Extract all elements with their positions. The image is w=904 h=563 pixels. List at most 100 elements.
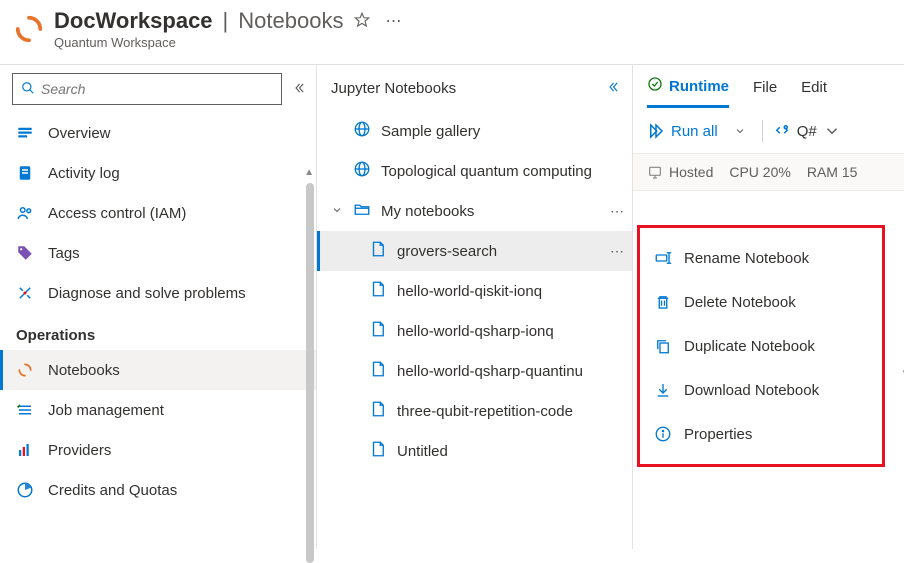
trash-icon — [654, 293, 672, 311]
more-icon[interactable]: ⋯ — [381, 11, 406, 31]
editor-panel: Runtime File Edit Run all Q# Hosted C — [632, 64, 904, 549]
sidebar-item-label: Activity log — [48, 165, 120, 182]
status-cpu: CPU 20% — [729, 164, 790, 180]
credits-quotas-icon — [16, 481, 34, 499]
sidebar-item-overview[interactable]: Overview — [0, 113, 316, 153]
sidebar-item-activity-log[interactable]: Activity log — [0, 153, 316, 193]
tree-item-label: Sample gallery — [381, 123, 480, 140]
title-separator: | — [223, 8, 229, 34]
tab-runtime[interactable]: Runtime — [647, 76, 729, 108]
providers-icon — [16, 441, 34, 459]
run-all-button[interactable]: Run all — [647, 122, 718, 140]
page-subtitle: Quantum Workspace — [54, 35, 406, 50]
tab-label: Runtime — [669, 78, 729, 95]
tags-icon — [16, 244, 34, 262]
page-title-section: Notebooks — [238, 8, 343, 34]
kernel-selector[interactable]: Q# — [773, 122, 841, 140]
search-icon — [21, 81, 35, 98]
collapse-tree-icon[interactable] — [606, 80, 620, 97]
sidebar-item-label: Job management — [48, 402, 164, 419]
tab-label: Edit — [801, 79, 827, 96]
tree-item-label: grovers-search — [397, 243, 497, 260]
sidebar-item-providers[interactable]: Providers — [0, 430, 316, 470]
tree-item-sample-gallery[interactable]: Sample gallery — [317, 111, 632, 151]
sidebar-item-tags[interactable]: Tags — [0, 233, 316, 273]
tree-item-label: Untitled — [397, 443, 448, 460]
status-hosted: Hosted — [647, 164, 713, 180]
sidebar-item-access-control[interactable]: Access control (IAM) — [0, 193, 316, 233]
sidebar-item-label: Overview — [48, 125, 111, 142]
diagnose-icon — [16, 284, 34, 302]
check-circle-icon — [647, 76, 663, 96]
page-header: DocWorkspace | Notebooks ⋯ Quantum Works… — [0, 0, 904, 64]
search-input-wrapper[interactable] — [12, 73, 282, 105]
tree-file-qsharp-quantinu[interactable]: hello-world-qsharp-quantinu — [317, 351, 632, 391]
tree-folder-my-notebooks[interactable]: My notebooks ⋯ — [317, 191, 632, 231]
ctx-download-notebook[interactable]: Download Notebook — [640, 368, 882, 412]
ctx-rename-notebook[interactable]: Rename Notebook — [640, 236, 882, 280]
tree-item-label: hello-world-qsharp-quantinu — [397, 363, 583, 380]
page-title: DocWorkspace — [54, 8, 213, 34]
file-icon — [369, 360, 387, 382]
ctx-item-label: Download Notebook — [684, 382, 819, 399]
ctx-properties[interactable]: Properties — [640, 412, 882, 456]
editor-statusbar: Hosted CPU 20% RAM 15 — [633, 153, 904, 191]
sidebar-top-list: Overview Activity log Access control (IA… — [0, 113, 316, 313]
scroll-up-arrow-icon[interactable]: ▲ — [304, 167, 314, 178]
favorite-star-icon[interactable] — [353, 11, 371, 32]
overview-icon — [16, 124, 34, 142]
sidebar-item-label: Providers — [48, 442, 111, 459]
tree-panel-title: Jupyter Notebooks — [331, 80, 456, 97]
ctx-item-label: Delete Notebook — [684, 294, 796, 311]
file-icon — [369, 240, 387, 262]
sidebar-scrollbar[interactable] — [306, 183, 314, 563]
run-all-label: Run all — [671, 123, 718, 140]
ctx-delete-notebook[interactable]: Delete Notebook — [640, 280, 882, 324]
sidebar-item-credits-quotas[interactable]: Credits and Quotas — [0, 470, 316, 510]
tree-file-three-qubit[interactable]: three-qubit-repetition-code — [317, 391, 632, 431]
sidebar-item-job-management[interactable]: Job management — [0, 390, 316, 430]
tree-file-qsharp-ionq[interactable]: hello-world-qsharp-ionq — [317, 311, 632, 351]
tab-label: File — [753, 79, 777, 96]
tree-file-grovers-search[interactable]: grovers-search ⋯ — [317, 231, 632, 271]
globe-icon — [353, 160, 371, 182]
folder-more-icon[interactable]: ⋯ — [610, 203, 624, 220]
search-input[interactable] — [41, 81, 273, 97]
file-icon — [369, 320, 387, 342]
tree-file-untitled[interactable]: Untitled — [317, 431, 632, 471]
file-icon — [369, 440, 387, 462]
globe-icon — [353, 120, 371, 142]
activity-log-icon — [16, 164, 34, 182]
sidebar-item-notebooks[interactable]: Notebooks — [0, 350, 316, 390]
sidebar: ▲ Overview Activity log Access control (… — [0, 64, 316, 549]
file-more-icon[interactable]: ⋯ — [610, 243, 624, 260]
tree-item-topological[interactable]: Topological quantum computing — [317, 151, 632, 191]
tree-item-label: hello-world-qsharp-ionq — [397, 323, 554, 340]
editor-tabs: Runtime File Edit — [633, 65, 904, 109]
ctx-item-label: Duplicate Notebook — [684, 338, 815, 355]
notebooks-icon — [16, 361, 34, 379]
notebook-context-menu: Rename Notebook Delete Notebook Duplicat… — [637, 225, 885, 467]
sidebar-item-label: Notebooks — [48, 362, 120, 379]
job-management-icon — [16, 401, 34, 419]
file-icon — [369, 280, 387, 302]
tab-file[interactable]: File — [753, 79, 777, 105]
ctx-duplicate-notebook[interactable]: Duplicate Notebook — [640, 324, 882, 368]
chevron-down-icon — [331, 203, 343, 220]
run-all-dropdown[interactable] — [728, 125, 752, 137]
toolbar-divider — [762, 120, 763, 142]
kernel-label: Q# — [797, 123, 817, 140]
sidebar-section-operations: Operations — [0, 313, 316, 350]
sidebar-item-diagnose[interactable]: Diagnose and solve problems — [0, 273, 316, 313]
access-control-icon — [16, 204, 34, 222]
tree-item-label: Topological quantum computing — [381, 163, 592, 180]
sidebar-item-label: Credits and Quotas — [48, 482, 177, 499]
tree-item-label: three-qubit-repetition-code — [397, 403, 573, 420]
collapse-sidebar-icon[interactable] — [292, 81, 306, 98]
sidebar-ops-list: Notebooks Job management Providers Credi… — [0, 350, 316, 510]
info-icon — [654, 425, 672, 443]
tab-edit[interactable]: Edit — [801, 79, 827, 105]
tree-file-qiskit-ionq[interactable]: hello-world-qiskit-ionq — [317, 271, 632, 311]
rename-icon — [654, 249, 672, 267]
tree-item-label: hello-world-qiskit-ionq — [397, 283, 542, 300]
